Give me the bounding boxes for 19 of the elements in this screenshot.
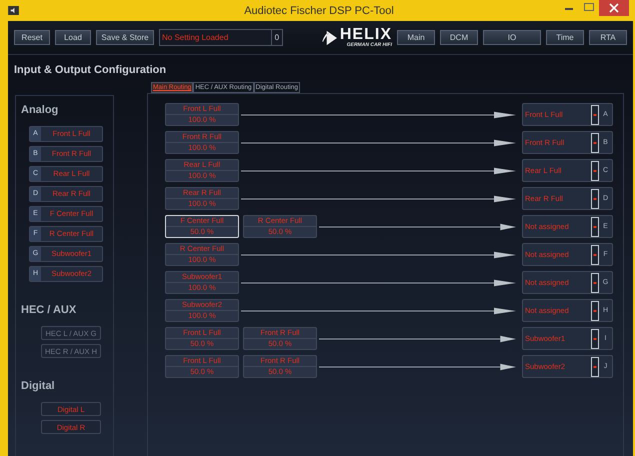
toolbar-button[interactable]: Load bbox=[55, 30, 91, 45]
section-title: Digital bbox=[21, 380, 56, 392]
toolbar-button[interactable]: Reset bbox=[14, 30, 50, 45]
counter-field: 0 bbox=[272, 30, 282, 45]
nav-button[interactable]: IO bbox=[483, 30, 541, 45]
logo-icon bbox=[320, 28, 338, 46]
speaker-icon bbox=[8, 6, 19, 15]
window-title: Audiotec Fischer DSP PC-Tool bbox=[243, 4, 395, 16]
page-heading: Input & Output Configuration bbox=[13, 63, 168, 78]
nav-button[interactable]: DCM bbox=[440, 30, 478, 45]
nav-button[interactable]: Time bbox=[546, 30, 584, 45]
nav-button[interactable]: Main bbox=[397, 30, 435, 45]
toolbar-button[interactable]: Save & Store bbox=[96, 30, 154, 45]
logo-name: HELIX bbox=[340, 27, 392, 42]
section-title: HEC / AUX bbox=[21, 304, 78, 316]
status-text: No Setting Loaded bbox=[160, 30, 272, 45]
nav-button[interactable]: RTA bbox=[589, 30, 627, 45]
section-title: Analog bbox=[21, 104, 60, 116]
close-icon[interactable] bbox=[599, 0, 629, 16]
